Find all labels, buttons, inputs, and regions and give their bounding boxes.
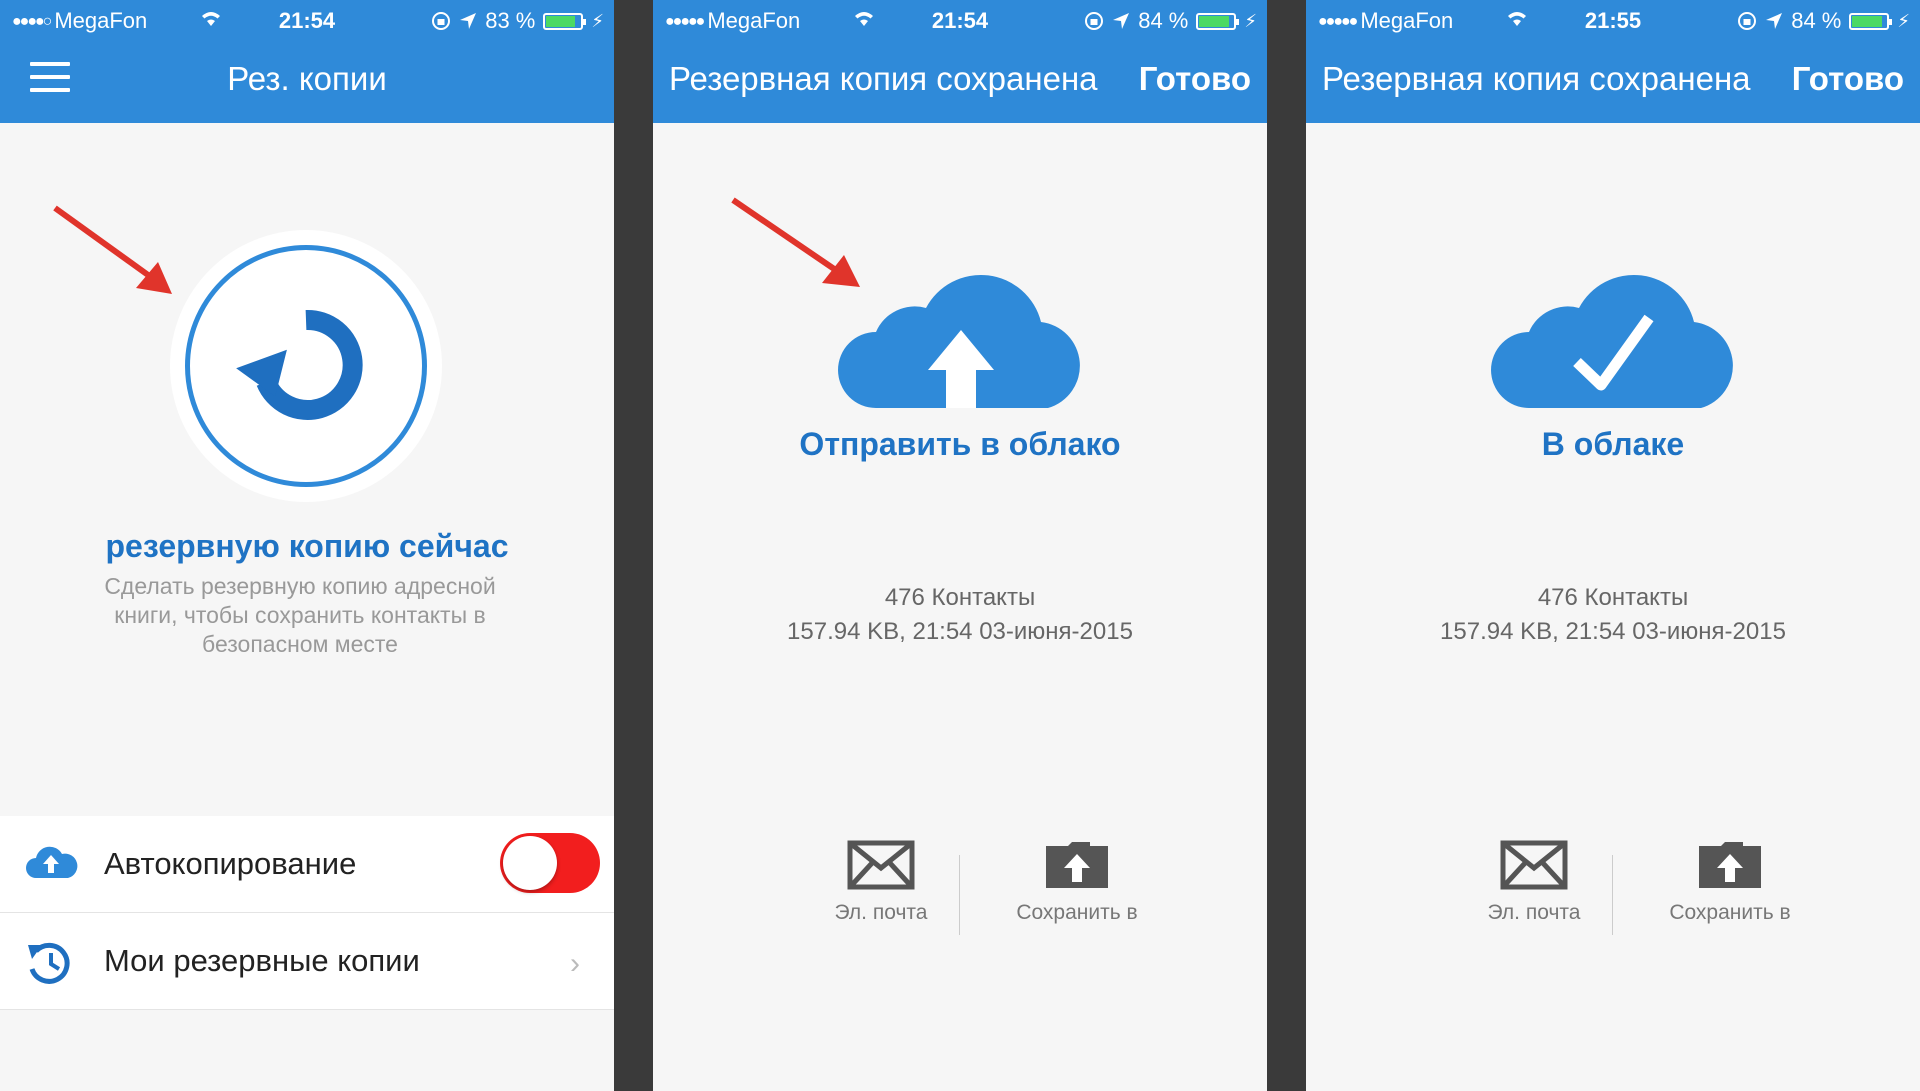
cloud-upload-icon[interactable] — [836, 250, 1086, 410]
charging-icon: ⚡ — [591, 10, 604, 31]
location-icon — [1113, 13, 1130, 29]
location-icon — [460, 13, 477, 29]
history-icon — [28, 942, 70, 984]
top-bar: ●●●●○ MegaFon 21:54 83 % ⚡ Рез. копии — [0, 0, 614, 123]
folder-upload-icon — [1046, 842, 1108, 888]
refresh-icon — [236, 309, 363, 420]
backup-description: Сделать резервную копию адресной книги, … — [104, 573, 496, 657]
red-arrow-annotation — [53, 205, 172, 294]
send-to-cloud-label[interactable]: Отправить в облако — [653, 426, 1267, 463]
top-bar: ●●●●● MegaFon 21:54 84 % ⚡ Резервная копи… — [653, 0, 1267, 123]
list-item-label: Автокопирование — [104, 846, 357, 881]
page-title: Резервная копия сохранена — [1322, 60, 1751, 97]
screen-backups: ●●●●○ MegaFon 21:54 83 % ⚡ Рез. копии рез… — [0, 0, 614, 1091]
action-divider — [959, 855, 960, 935]
backup-now-button[interactable] — [170, 230, 442, 502]
done-button[interactable]: Готово — [1792, 60, 1904, 98]
screen-backup-saved: ●●●●● MegaFon 21:54 84 % ⚡ Резервная копи… — [653, 0, 1267, 1091]
contacts-count: 476 Контакты — [1537, 584, 1689, 611]
backup-details: 157.94 KB, 21:54 03-июня-2015 — [787, 618, 1133, 645]
battery-icon — [543, 12, 587, 30]
list-item-label: Мои резервные копии — [104, 943, 420, 978]
cloud-check-icon — [1491, 274, 1733, 408]
cloud-upload-icon — [26, 846, 78, 878]
rotation-lock-icon — [1738, 12, 1757, 30]
backup-now-title[interactable]: резервную копию сейчас — [0, 528, 614, 565]
list-item-my-backups[interactable]: Мои резервные копии › — [0, 913, 614, 1010]
folder-upload-icon — [1699, 842, 1761, 888]
top-bar: ●●●●● MegaFon 21:55 84 % ⚡ Резервная копи… — [1306, 0, 1920, 123]
charging-icon: ⚡ — [1244, 10, 1257, 31]
status-bar: ●●●●● MegaFon 21:55 84 % ⚡ — [1306, 4, 1920, 38]
chevron-right-icon: › — [570, 947, 580, 980]
status-right: 84 % ⚡ — [1084, 8, 1257, 34]
status-bar: ●●●●● MegaFon 21:54 84 % ⚡ — [653, 4, 1267, 38]
status-bar: ●●●●○ MegaFon 21:54 83 % ⚡ — [0, 4, 614, 38]
rotation-lock-icon — [1085, 12, 1104, 30]
screen-in-cloud: ●●●●● MegaFon 21:55 84 % ⚡ Резервная копи… — [1306, 0, 1920, 1091]
location-icon — [1766, 13, 1783, 29]
email-button[interactable]: Эл. почта — [1444, 840, 1624, 925]
save-to-button[interactable]: Сохранить в — [987, 840, 1167, 925]
contacts-count: 476 Контакты — [884, 584, 1036, 611]
settings-list: Автокопирование Мои резервные копии › — [0, 816, 614, 1010]
status-right: 84 % ⚡ — [1737, 8, 1910, 34]
email-button[interactable]: Эл. почта — [791, 840, 971, 925]
in-cloud-label: В облаке — [1541, 426, 1685, 462]
done-button[interactable]: Готово — [1139, 60, 1251, 98]
page-title: Рез. копии — [227, 60, 387, 97]
action-divider — [1612, 855, 1613, 935]
autobackup-toggle[interactable] — [500, 833, 600, 893]
envelope-icon — [847, 840, 915, 890]
battery-icon — [1196, 12, 1240, 30]
envelope-icon — [1500, 840, 1568, 890]
page-title: Резервная копия сохранена — [669, 60, 1098, 97]
backup-details: 157.94 KB, 21:54 03-июня-2015 — [1440, 618, 1786, 645]
status-right: 83 % ⚡ — [431, 8, 604, 34]
battery-icon — [1849, 12, 1893, 30]
charging-icon: ⚡ — [1897, 10, 1910, 31]
rotation-lock-icon — [432, 12, 451, 30]
save-to-button[interactable]: Сохранить в — [1640, 840, 1820, 925]
list-item-autobackup[interactable]: Автокопирование — [0, 816, 614, 913]
